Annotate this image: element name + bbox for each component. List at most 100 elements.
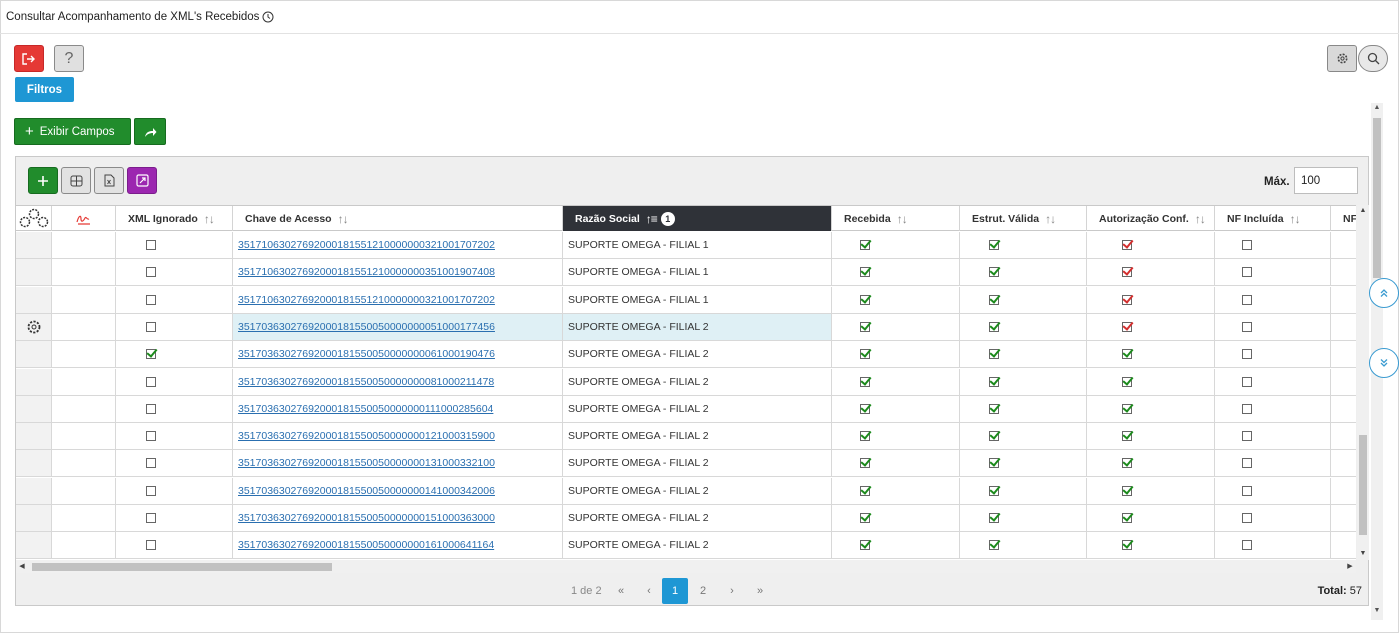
page-button-1[interactable]: 1 <box>662 578 688 604</box>
table-row[interactable]: 3517036302769200018155005000000014100034… <box>16 477 1356 505</box>
scroll-up-icon[interactable]: ▲ <box>1357 205 1369 217</box>
last-page-button[interactable]: » <box>747 578 773 604</box>
xml-ignorado-checkbox[interactable] <box>146 485 156 496</box>
table-row[interactable]: 3517036302769200018155005000000015100036… <box>16 505 1356 532</box>
xml-ignorado-checkbox[interactable] <box>146 267 156 278</box>
col-chave[interactable]: Chave de Acesso ↑↓ <box>233 206 563 231</box>
nf-incluida-checkbox[interactable] <box>1242 540 1252 551</box>
autorizacao-checkbox[interactable] <box>1122 240 1132 250</box>
xml-ignorado-checkbox[interactable] <box>146 240 156 250</box>
chave-link[interactable]: 3517036302769200018155005000000005100017… <box>238 321 495 333</box>
autorizacao-checkbox[interactable] <box>1122 294 1132 305</box>
help-button[interactable]: ? <box>54 45 84 72</box>
table-row[interactable]: 3517036302769200018155005000000006100019… <box>16 341 1356 369</box>
xml-ignorado-checkbox[interactable] <box>146 431 156 442</box>
chave-link[interactable]: 3517036302769200018155005000000016100064… <box>238 539 494 551</box>
nf-incluida-checkbox[interactable] <box>1242 513 1252 523</box>
col-xml-ignorado[interactable]: XML Ignorado ↑↓ <box>116 206 233 231</box>
recebida-checkbox[interactable] <box>860 349 870 360</box>
autorizacao-checkbox[interactable] <box>1122 376 1132 387</box>
recebida-checkbox[interactable] <box>860 458 870 469</box>
exit-button[interactable] <box>14 45 44 72</box>
grid-layout-button[interactable] <box>61 167 91 194</box>
table-row[interactable]: 3517036302769200018155005000000012100031… <box>16 423 1356 451</box>
xml-ignorado-checkbox[interactable] <box>146 513 156 523</box>
signature-column-header[interactable] <box>52 206 116 231</box>
table-row[interactable]: 3517036302769200018155005000000005100017… <box>16 313 1356 341</box>
clock-icon[interactable] <box>262 11 274 23</box>
settings-button[interactable] <box>1327 45 1357 72</box>
estrut-checkbox[interactable] <box>989 485 999 496</box>
row-settings-cell[interactable] <box>16 259 52 286</box>
chave-link[interactable]: 3517036302769200018155005000000014100034… <box>238 485 495 497</box>
next-page-button[interactable]: › <box>719 578 745 604</box>
recebida-checkbox[interactable] <box>860 294 870 305</box>
col-estrut[interactable]: Estrut. Válida ↑↓ <box>960 206 1087 231</box>
scroll-thumb[interactable] <box>32 563 332 571</box>
xml-ignorado-checkbox[interactable] <box>146 376 156 387</box>
scroll-left-icon[interactable]: ◀ <box>16 560 28 573</box>
autorizacao-checkbox[interactable] <box>1122 349 1132 360</box>
nf-incluida-checkbox[interactable] <box>1242 321 1252 332</box>
row-settings-cell[interactable] <box>16 368 52 395</box>
nf-incluida-checkbox[interactable] <box>1242 349 1252 360</box>
table-row[interactable]: 3517036302769200018155005000000008100021… <box>16 368 1356 396</box>
estrut-checkbox[interactable] <box>989 349 999 360</box>
table-horizontal-scrollbar[interactable]: ◀ ▶ <box>16 560 1356 573</box>
table-row[interactable]: 3517036302769200018155005000000016100064… <box>16 532 1356 560</box>
chave-link[interactable]: 3517036302769200018155005000000013100033… <box>238 457 495 469</box>
table-row[interactable]: 3517106302769200018155121000000032100170… <box>16 286 1356 314</box>
max-records-input[interactable] <box>1294 167 1358 194</box>
col-razao[interactable]: Razão Social ↑≡ 1 <box>563 206 832 231</box>
scroll-down-icon[interactable]: ▼ <box>1357 548 1369 560</box>
estrut-checkbox[interactable] <box>989 458 999 469</box>
scroll-right-icon[interactable]: ▶ <box>1344 560 1356 573</box>
autorizacao-checkbox[interactable] <box>1122 403 1132 414</box>
recebida-checkbox[interactable] <box>860 403 870 414</box>
estrut-checkbox[interactable] <box>989 376 999 387</box>
scroll-bottom-button[interactable] <box>1369 348 1399 378</box>
column-settings-header[interactable] <box>16 206 52 231</box>
first-page-button[interactable]: « <box>608 578 634 604</box>
row-settings-cell[interactable] <box>16 477 52 504</box>
page-button-2[interactable]: 2 <box>690 578 716 604</box>
chave-link[interactable]: 3517036302769200018155005000000011100028… <box>238 403 493 415</box>
chave-link[interactable]: 3517106302769200018155121000000035100190… <box>238 266 495 278</box>
autorizacao-checkbox[interactable] <box>1122 540 1132 551</box>
chave-link[interactable]: 3517036302769200018155005000000006100019… <box>238 348 495 360</box>
nf-incluida-checkbox[interactable] <box>1242 403 1252 414</box>
scroll-top-button[interactable] <box>1369 278 1399 308</box>
recebida-checkbox[interactable] <box>860 485 870 496</box>
filters-button[interactable]: Filtros <box>15 77 74 102</box>
row-settings-cell[interactable] <box>16 341 52 368</box>
estrut-checkbox[interactable] <box>989 403 999 414</box>
table-row[interactable]: 3517036302769200018155005000000011100028… <box>16 395 1356 423</box>
recebida-checkbox[interactable] <box>860 240 870 250</box>
autorizacao-checkbox[interactable] <box>1122 513 1132 523</box>
xml-ignorado-checkbox[interactable] <box>146 540 156 551</box>
show-fields-button[interactable]: + Exibir Campos <box>14 118 131 145</box>
nf-incluida-checkbox[interactable] <box>1242 294 1252 305</box>
recebida-checkbox[interactable] <box>860 513 870 523</box>
recebida-checkbox[interactable] <box>860 540 870 551</box>
nf-incluida-checkbox[interactable] <box>1242 458 1252 469</box>
estrut-checkbox[interactable] <box>989 294 999 305</box>
nf-incluida-checkbox[interactable] <box>1242 376 1252 387</box>
table-vertical-scrollbar[interactable]: ▲ ▼ <box>1357 205 1369 560</box>
autorizacao-checkbox[interactable] <box>1122 431 1132 442</box>
nf-incluida-checkbox[interactable] <box>1242 267 1252 278</box>
table-row[interactable]: 3517106302769200018155121000000035100190… <box>16 259 1356 287</box>
autorizacao-checkbox[interactable] <box>1122 267 1132 278</box>
chave-link[interactable]: 3517106302769200018155121000000032100170… <box>238 239 495 251</box>
recebida-checkbox[interactable] <box>860 376 870 387</box>
table-row[interactable]: 3517036302769200018155005000000013100033… <box>16 450 1356 478</box>
row-settings-cell[interactable] <box>16 395 52 422</box>
estrut-checkbox[interactable] <box>989 540 999 551</box>
nf-incluida-checkbox[interactable] <box>1242 240 1252 250</box>
scroll-down-icon[interactable]: ▼ <box>1371 607 1383 614</box>
xml-ignorado-checkbox[interactable] <box>146 321 156 332</box>
row-settings-cell[interactable] <box>16 313 52 340</box>
recebida-checkbox[interactable] <box>860 431 870 442</box>
chave-link[interactable]: 3517036302769200018155005000000008100021… <box>238 376 494 388</box>
xml-ignorado-checkbox[interactable] <box>146 403 156 414</box>
